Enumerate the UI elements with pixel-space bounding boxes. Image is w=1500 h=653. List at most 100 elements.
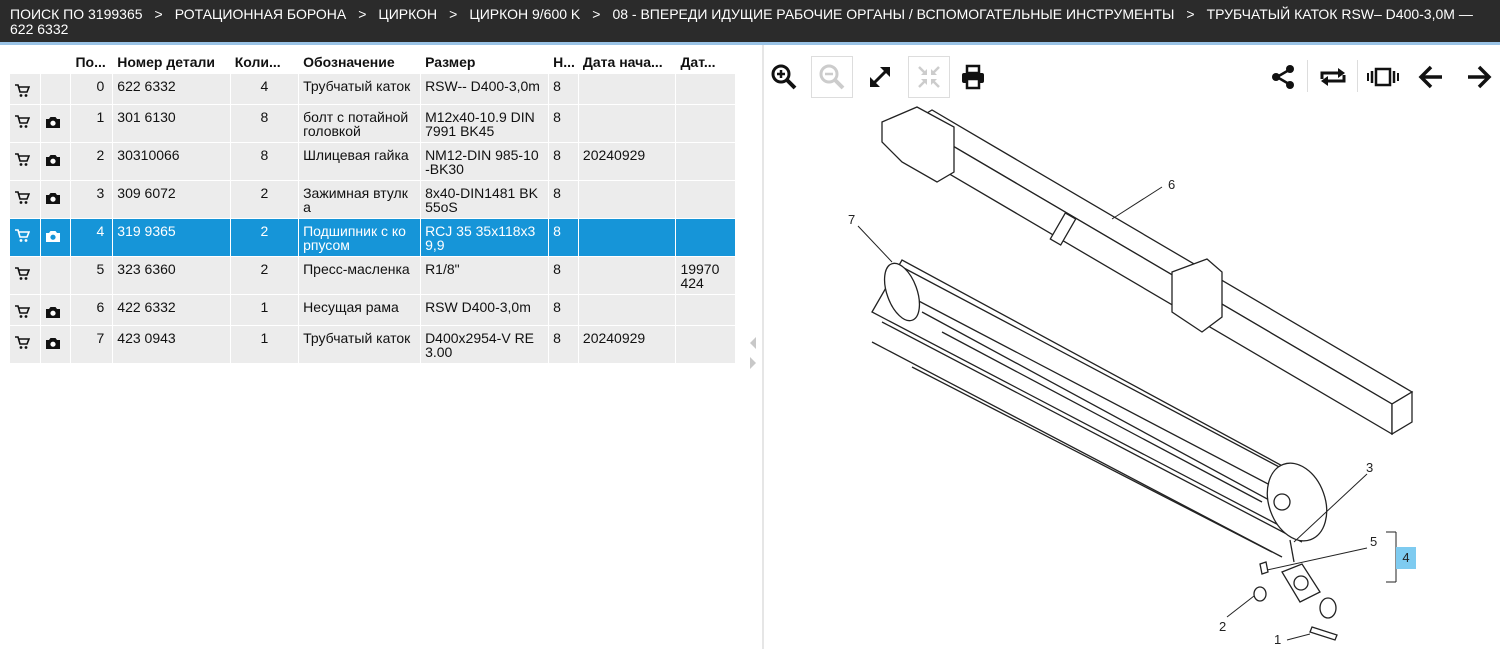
- add-to-cart-button[interactable]: [10, 257, 41, 295]
- carousel-button[interactable]: [1362, 56, 1404, 98]
- arrow-right-icon: [1468, 65, 1492, 89]
- col-size[interactable]: Размер: [421, 50, 549, 74]
- callout-2[interactable]: 2: [1219, 619, 1226, 634]
- cell-part-number: 323 6360: [113, 257, 231, 295]
- cell-name: Пресс-масленка: [299, 257, 422, 295]
- cell-name: Подшипник с ко рпусом: [299, 219, 422, 257]
- callout-5[interactable]: 5: [1370, 534, 1377, 549]
- cart-icon: [15, 115, 30, 128]
- cell-date-end: [676, 295, 736, 326]
- add-to-cart-button[interactable]: [10, 143, 41, 181]
- breadcrumb-item[interactable]: ПОИСК ПО 3199365: [10, 6, 143, 22]
- cell-date-end: [676, 181, 736, 219]
- col-quantity[interactable]: Коли...: [231, 50, 299, 74]
- exploded-view-drawing[interactable]: [842, 102, 1450, 648]
- expand-button[interactable]: [859, 56, 901, 98]
- roller-assembly-drawing: [857, 106, 1414, 641]
- cell-position: 3: [71, 181, 114, 219]
- photo-button: [40, 74, 72, 105]
- cell-n: 8: [549, 74, 579, 105]
- cell-position: 4: [71, 219, 114, 257]
- zoom-out-button[interactable]: [811, 56, 853, 98]
- table-row[interactable]: 2 30310066 8 Шлицевая гайка NM12-DIN 985-10 …: [10, 143, 736, 181]
- cell-part-number: 422 6332: [113, 295, 231, 326]
- photo-button: [40, 257, 72, 295]
- callout-3[interactable]: 3: [1366, 460, 1373, 475]
- camera-icon: [45, 117, 60, 128]
- cell-part-number: 30310066: [113, 143, 231, 181]
- photo-button[interactable]: [40, 295, 72, 326]
- table-row[interactable]: 5 323 6360 2 Пресс-масленка R1/8" 8 19970 424: [10, 257, 736, 295]
- camera-icon: [45, 155, 60, 166]
- table-row[interactable]: 1 301 6130 8 болт с потайной головкой M12x40…: [10, 105, 736, 143]
- breadcrumb-item[interactable]: 08 - ВПЕРЕДИ ИДУЩИЕ РАБОЧИЕ ОРГАНЫ / ВСП…: [612, 6, 1174, 22]
- col-date-start[interactable]: Дата нача...: [579, 50, 677, 74]
- parts-table: По... Номер детали Коли... Обозначение Р…: [10, 50, 736, 364]
- photo-button[interactable]: [40, 105, 72, 143]
- col-n[interactable]: Н...: [549, 50, 579, 74]
- cell-date-start: [578, 219, 677, 257]
- callout-4-highlighted[interactable]: 4: [1396, 547, 1416, 569]
- next-button[interactable]: [1458, 56, 1500, 98]
- print-button[interactable]: [952, 56, 994, 98]
- breadcrumb-separator: >: [1186, 6, 1195, 22]
- photo-button[interactable]: [40, 181, 72, 219]
- fit-icon: [918, 66, 940, 88]
- table-row[interactable]: 3 309 6072 2 Зажимная втулк а 8x40-DIN1481 B…: [10, 181, 736, 219]
- table-row[interactable]: 0 622 6332 4 Трубчатый каток RSW-- D400-3,0m…: [10, 74, 736, 105]
- cell-date-end: [676, 105, 736, 143]
- cell-size: RSW D400-3,0m: [421, 295, 550, 326]
- cell-n: 8: [549, 181, 579, 219]
- callout-6[interactable]: 6: [1168, 177, 1175, 192]
- cell-date-start: [578, 295, 677, 326]
- cell-quantity: 1: [230, 295, 300, 326]
- camera-icon: [45, 307, 60, 318]
- fit-button[interactable]: [908, 56, 950, 98]
- cell-date-end: [676, 326, 736, 364]
- previous-button[interactable]: [1410, 56, 1452, 98]
- cart-icon: [15, 191, 30, 204]
- photo-button[interactable]: [40, 143, 72, 181]
- zoom-in-button[interactable]: [763, 56, 805, 98]
- col-name[interactable]: Обозначение: [299, 50, 421, 74]
- callout-1[interactable]: 1: [1274, 632, 1281, 647]
- cell-n: 8: [549, 105, 579, 143]
- callout-7[interactable]: 7: [848, 212, 855, 227]
- add-to-cart-button[interactable]: [10, 295, 41, 326]
- add-to-cart-button[interactable]: [10, 326, 41, 364]
- panel-splitter[interactable]: [747, 335, 759, 375]
- table-header: По... Номер детали Коли... Обозначение Р…: [10, 50, 736, 74]
- cell-quantity: 2: [230, 257, 300, 295]
- cell-position: 2: [71, 143, 114, 181]
- cell-n: 8: [549, 143, 579, 181]
- breadcrumb-item[interactable]: ЦИРКОН 9/600 K: [469, 6, 580, 22]
- table-row[interactable]: 7 423 0943 1 Трубчатый каток D400x2954-V RE …: [10, 326, 736, 364]
- col-date-end[interactable]: Дат...: [676, 50, 736, 74]
- col-position[interactable]: По...: [71, 50, 113, 74]
- photo-button[interactable]: [40, 219, 72, 257]
- panel-divider: [762, 45, 764, 649]
- add-to-cart-button[interactable]: [10, 181, 41, 219]
- cell-date-start: [578, 105, 677, 143]
- cell-n: 8: [549, 257, 579, 295]
- add-to-cart-button[interactable]: [10, 74, 41, 105]
- cell-date-start: [578, 257, 677, 295]
- col-part-number[interactable]: Номер детали: [113, 50, 230, 74]
- print-icon: [962, 64, 984, 90]
- cell-part-number: 622 6332: [113, 74, 231, 105]
- col-cart: [10, 50, 41, 74]
- parts-table-panel: По... Номер детали Коли... Обозначение Р…: [10, 50, 736, 364]
- table-row[interactable]: 6 422 6332 1 Несущая рама RSW D400-3,0m 8: [10, 295, 736, 326]
- cell-quantity: 1: [230, 326, 300, 364]
- add-to-cart-button[interactable]: [10, 105, 41, 143]
- share-button[interactable]: [1262, 56, 1304, 98]
- photo-button[interactable]: [40, 326, 72, 364]
- rotate-button[interactable]: [1312, 56, 1354, 98]
- cell-date-end: [676, 143, 736, 181]
- breadcrumb-item[interactable]: ЦИРКОН: [378, 6, 437, 22]
- cart-icon: [15, 84, 30, 97]
- table-row[interactable]: 4 319 9365 2 Подшипник с ко рпусом RCJ 35 35…: [10, 219, 736, 257]
- cell-size: RCJ 35 35x118x3 9,9: [421, 219, 550, 257]
- add-to-cart-button[interactable]: [10, 219, 41, 257]
- breadcrumb-item[interactable]: РОТАЦИОННАЯ БОРОНА: [175, 6, 347, 22]
